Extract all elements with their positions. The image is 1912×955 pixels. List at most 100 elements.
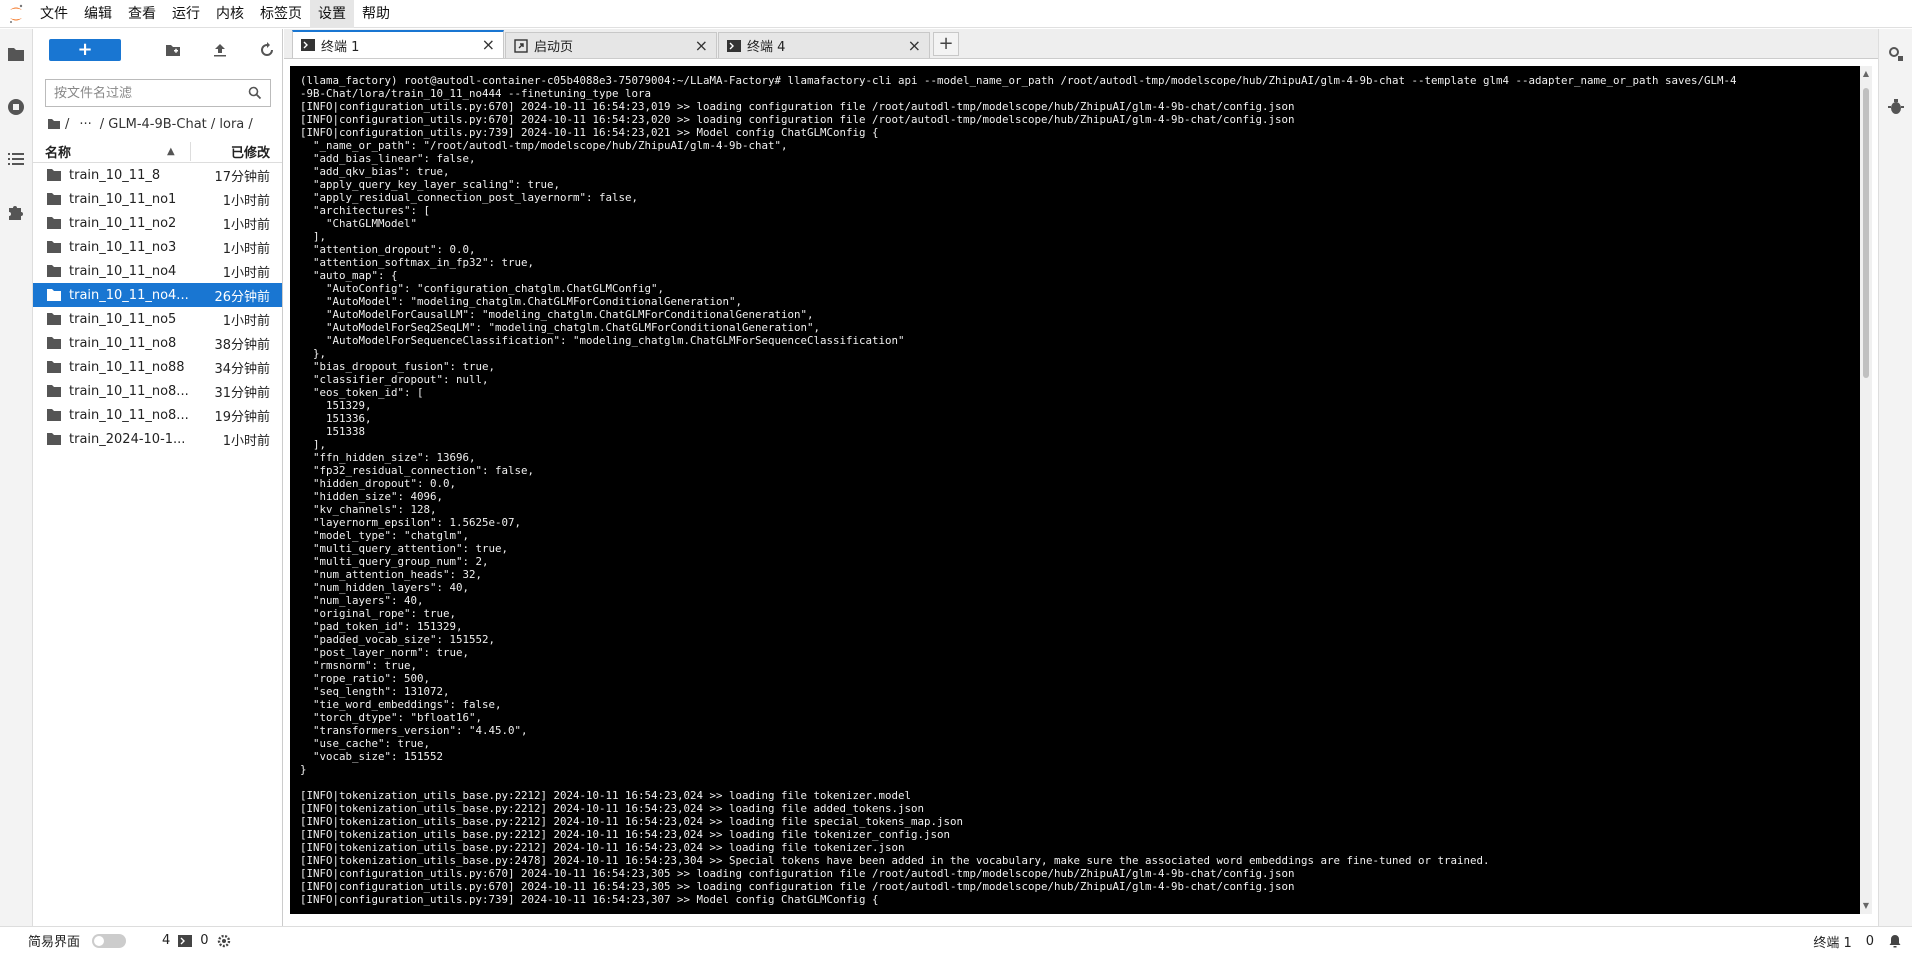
- terminal-line: "model_type": "chatglm",: [300, 529, 470, 542]
- file-row[interactable]: train_10_11_no8... 19分钟前: [33, 403, 282, 427]
- menu-tabs[interactable]: 标签页: [252, 0, 310, 28]
- terminal-count[interactable]: 0: [200, 933, 208, 948]
- property-inspector-icon[interactable]: [1886, 44, 1906, 64]
- folder-icon: [47, 337, 61, 349]
- terminal-line: [INFO|configuration_utils.py:670] 2024-1…: [300, 867, 1295, 880]
- file-modified: 1小时前: [222, 313, 270, 329]
- terminal-line: "AutoConfig": "configuration_chatglm.Cha…: [300, 282, 665, 295]
- file-modified: 1小时前: [222, 217, 270, 233]
- right-sidebar: [1878, 29, 1912, 926]
- menu-help[interactable]: 帮助: [354, 0, 398, 28]
- refresh-icon[interactable]: [257, 40, 277, 60]
- current-tab-label: 终端 1: [1813, 935, 1852, 951]
- tab-label: 终端 1: [321, 39, 360, 55]
- breadcrumb-root[interactable]: /: [65, 117, 69, 132]
- simple-mode-toggle[interactable]: [92, 933, 127, 948]
- terminal-line: "original_rope": true,: [300, 607, 457, 620]
- tab-2[interactable]: 启动页 ×: [505, 32, 717, 58]
- menu-run[interactable]: 运行: [164, 0, 208, 28]
- tab-bar: 终端 1 × 启动页 × 终端 4 × +: [284, 29, 1878, 59]
- folder-icon: [47, 313, 61, 325]
- file-name: train_10_11_no1: [69, 191, 177, 207]
- column-name-label: 名称: [45, 146, 72, 161]
- folder-icon: [47, 409, 61, 421]
- extension-icon[interactable]: [6, 202, 26, 222]
- terminal-line: "_name_or_path": "/root/autodl-tmp/model…: [300, 139, 788, 152]
- menu-view[interactable]: 查看: [120, 0, 164, 28]
- terminal-line: "hidden_size": 4096,: [300, 490, 444, 503]
- file-row[interactable]: train_10_11_no5 1小时前: [33, 307, 282, 331]
- terminal-line: "num_attention_heads": 32,: [300, 568, 483, 581]
- tab-3[interactable]: 终端 4 ×: [718, 32, 930, 58]
- file-row[interactable]: train_2024-10-1... 1小时前: [33, 427, 282, 451]
- folder-icon[interactable]: [47, 117, 61, 131]
- file-modified: 38分钟前: [214, 337, 270, 353]
- left-sidebar: [0, 29, 33, 926]
- menubar: 文件 编辑 查看 运行 内核 标签页 设置 帮助: [0, 0, 1912, 28]
- terminal-line: [INFO|configuration_utils.py:739] 2024-1…: [300, 893, 879, 906]
- debugger-icon[interactable]: [1886, 97, 1906, 117]
- close-icon[interactable]: ×: [695, 37, 708, 54]
- terminal-line: "layernorm_epsilon": 1.5625e-07,: [300, 516, 522, 529]
- toc-icon[interactable]: [6, 149, 26, 169]
- column-modified[interactable]: 已修改: [190, 142, 282, 161]
- kernel-count[interactable]: 4: [162, 933, 170, 948]
- terminal-line: [INFO|configuration_utils.py:670] 2024-1…: [300, 880, 1295, 893]
- new-launcher-button[interactable]: +: [49, 39, 121, 61]
- terminal-line: "kv_channels": 128,: [300, 503, 437, 516]
- scroll-up-arrow[interactable]: ▲: [1862, 70, 1870, 78]
- terminal-line: -9B-Chat/lora/train_10_11_no444 --finetu…: [300, 87, 652, 100]
- file-row[interactable]: train_10_11_no4... 26分钟前: [33, 283, 282, 307]
- terminal-line: "classifier_dropout": null,: [300, 373, 489, 386]
- file-row[interactable]: train_10_11_no2 1小时前: [33, 211, 282, 235]
- tab-1[interactable]: 终端 1 ×: [292, 30, 504, 58]
- terminal-line: "bias_dropout_fusion": true,: [300, 360, 496, 373]
- file-row[interactable]: train_10_11_no3 1小时前: [33, 235, 282, 259]
- bell-icon[interactable]: [1888, 934, 1902, 948]
- file-browser-toolbar: +: [33, 29, 282, 71]
- terminal-line: [INFO|tokenization_utils_base.py:2212] 2…: [300, 789, 912, 802]
- terminal-icon: [301, 38, 315, 52]
- menu-file[interactable]: 文件: [32, 0, 76, 28]
- new-tab-button[interactable]: +: [933, 32, 959, 56]
- menu-kernel[interactable]: 内核: [208, 0, 252, 28]
- file-filter[interactable]: [45, 79, 271, 107]
- terminal-line: "multi_query_attention": true,: [300, 542, 509, 555]
- column-name[interactable]: 名称 ▲: [33, 142, 190, 161]
- new-folder-icon[interactable]: [163, 40, 183, 60]
- terminal-panel[interactable]: (llama_factory) root@autodl-container-c0…: [290, 66, 1872, 914]
- jupyter-logo-icon: [0, 0, 32, 28]
- settings-gear-icon[interactable]: [217, 934, 231, 948]
- terminal-line: ],: [300, 438, 327, 451]
- terminal-scrollbar[interactable]: ▲ ▼: [1860, 66, 1872, 914]
- upload-icon[interactable]: [210, 40, 230, 60]
- close-icon[interactable]: ×: [482, 37, 495, 53]
- terminal-line: "tie_word_embeddings": false,: [300, 698, 502, 711]
- file-row[interactable]: train_10_11_no8... 31分钟前: [33, 379, 282, 403]
- running-icon[interactable]: [6, 97, 26, 117]
- file-name: train_10_11_8: [69, 167, 161, 183]
- file-filter-input[interactable]: [54, 85, 248, 101]
- terminal-line: 151329,: [300, 399, 372, 412]
- terminal-line: "padded_vocab_size": 151552,: [300, 633, 496, 646]
- folder-icon: [47, 433, 61, 445]
- file-row[interactable]: train_10_11_no4 1小时前: [33, 259, 282, 283]
- file-row[interactable]: train_10_11_no8 38分钟前: [33, 331, 282, 355]
- breadcrumb-path[interactable]: / GLM-4-9B-Chat / lora /: [100, 117, 253, 132]
- terminal-line: "seq_length": 131072,: [300, 685, 450, 698]
- file-row[interactable]: train_10_11_no1 1小时前: [33, 187, 282, 211]
- breadcrumb-ellipsis[interactable]: ···: [79, 117, 91, 132]
- scrollbar-thumb[interactable]: [1863, 88, 1869, 378]
- file-row[interactable]: train_10_11_8 17分钟前: [33, 163, 282, 187]
- menu-settings[interactable]: 设置: [310, 0, 354, 28]
- folder-icon: [47, 265, 61, 277]
- notification-count[interactable]: 0: [1866, 934, 1874, 949]
- scroll-down-arrow[interactable]: ▼: [1862, 902, 1870, 910]
- folder-icon[interactable]: [6, 44, 26, 64]
- file-row[interactable]: train_10_11_no88 34分钟前: [33, 355, 282, 379]
- terminal-line: "hidden_dropout": 0.0,: [300, 477, 457, 490]
- terminal-line: "AutoModel": "modeling_chatglm.ChatGLMFo…: [300, 295, 743, 308]
- close-icon[interactable]: ×: [908, 37, 921, 54]
- menu-edit[interactable]: 编辑: [76, 0, 120, 28]
- file-list: train_10_11_8 17分钟前 train_10_11_no1 1小时前 tra…: [33, 163, 282, 451]
